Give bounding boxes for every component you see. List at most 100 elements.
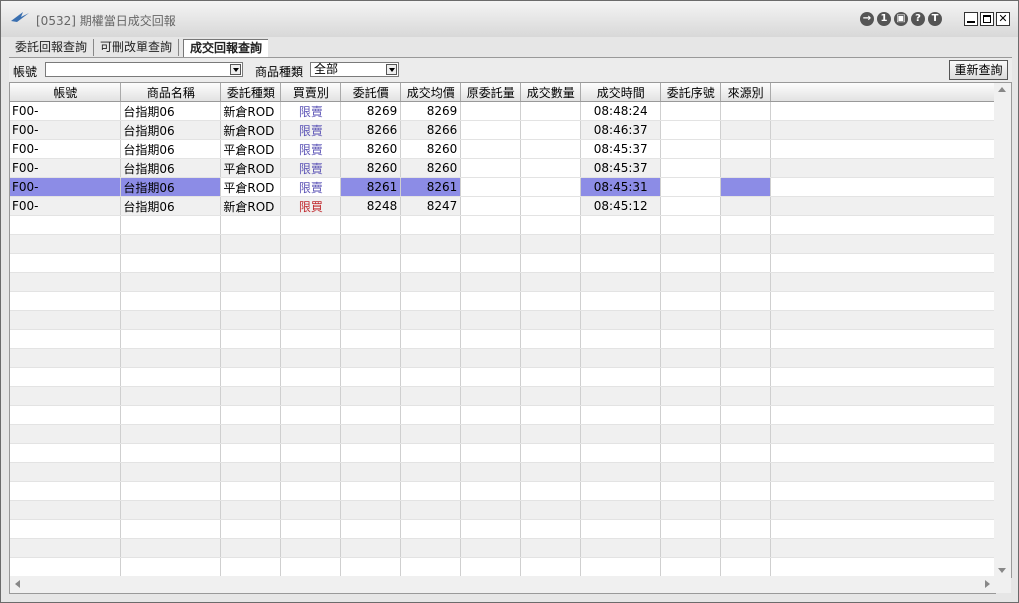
empty-table-row xyxy=(10,481,995,501)
empty-cell xyxy=(660,234,722,254)
app-logo-icon xyxy=(11,12,29,22)
cell-product: 台指期06 xyxy=(120,196,222,216)
table-row[interactable]: F00- 台指期06 新倉ROD 限賣 8269 8269 08:48:24 xyxy=(10,101,995,121)
cell-source xyxy=(720,139,772,159)
fill-report-grid[interactable]: 帳號 商品名稱 委託種類 買賣別 委託價 成交均價 原委託量 成交數量 成交時間… xyxy=(9,82,996,578)
col-header-filled-qty[interactable]: 成交數量 xyxy=(520,83,582,102)
refresh-query-button[interactable]: 重新查詢 xyxy=(949,60,1008,80)
header-row: 帳號 商品名稱 委託種類 買賣別 委託價 成交均價 原委託量 成交數量 成交時間… xyxy=(10,83,995,102)
empty-cell xyxy=(10,215,122,235)
empty-cell xyxy=(720,215,772,235)
close-button[interactable]: ✕ xyxy=(996,12,1010,26)
empty-cell xyxy=(460,310,522,330)
col-header-account[interactable]: 帳號 xyxy=(10,83,122,102)
empty-cell xyxy=(580,462,662,482)
empty-cell xyxy=(520,291,582,311)
account-select[interactable] xyxy=(45,62,243,77)
col-header-side[interactable]: 買賣別 xyxy=(280,83,342,102)
horizontal-scrollbar[interactable] xyxy=(9,576,996,594)
empty-cell xyxy=(720,538,772,558)
tab-fill-report[interactable]: 成交回報查詢 xyxy=(183,39,269,57)
empty-cell xyxy=(10,329,122,349)
tab-modifiable-orders[interactable]: 可刪改單查詢 xyxy=(94,39,180,56)
empty-cell xyxy=(400,519,462,539)
resize-grip[interactable] xyxy=(994,576,1011,593)
print-icon[interactable]: ▣ xyxy=(894,12,908,26)
col-header-product[interactable]: 商品名稱 xyxy=(120,83,222,102)
cell-side: 限賣 xyxy=(280,158,342,178)
cell-fill-time: 08:45:37 xyxy=(580,139,662,159)
empty-cell xyxy=(120,291,222,311)
topmost-icon[interactable]: T xyxy=(928,12,942,26)
cell-account: F00- xyxy=(10,139,122,159)
empty-cell xyxy=(720,329,772,349)
product-type-select[interactable]: 全部 xyxy=(310,62,399,77)
empty-cell xyxy=(120,272,222,292)
col-header-orig-qty[interactable]: 原委託量 xyxy=(460,83,522,102)
scroll-right-icon[interactable] xyxy=(985,580,990,588)
empty-cell xyxy=(520,443,582,463)
cell-fill-time: 08:45:37 xyxy=(580,158,662,178)
table-row[interactable]: F00- 台指期06 新倉ROD 限賣 8266 8266 08:46:37 xyxy=(10,120,995,140)
empty-cell xyxy=(120,557,222,577)
empty-cell xyxy=(400,500,462,520)
empty-cell xyxy=(580,272,662,292)
table-row[interactable]: F00- 台指期06 新倉ROD 限買 8248 8247 08:45:12 xyxy=(10,196,995,216)
minimize-button[interactable] xyxy=(964,12,978,26)
cell-account: F00- xyxy=(10,101,122,121)
cell-filled-qty xyxy=(520,196,582,216)
cell-account: F00- xyxy=(10,158,122,178)
empty-cell xyxy=(10,367,122,387)
empty-cell xyxy=(400,272,462,292)
tab-order-report[interactable]: 委託回報查詢 xyxy=(9,39,95,56)
col-header-order-seq[interactable]: 委託序號 xyxy=(660,83,722,102)
scroll-up-icon[interactable] xyxy=(998,87,1006,92)
cell-filler xyxy=(770,196,995,216)
empty-cell xyxy=(10,310,122,330)
table-row[interactable]: F00- 台指期06 平倉ROD 限賣 8261 8261 08:45:31 xyxy=(10,177,995,197)
empty-cell xyxy=(340,367,402,387)
number-one-icon[interactable]: 1 xyxy=(877,12,891,26)
empty-cell xyxy=(120,386,222,406)
empty-table-row xyxy=(10,234,995,254)
table-row[interactable]: F00- 台指期06 平倉ROD 限賣 8260 8260 08:45:37 xyxy=(10,158,995,178)
empty-cell xyxy=(720,557,772,577)
col-header-order-price[interactable]: 委託價 xyxy=(340,83,402,102)
empty-cell xyxy=(770,329,995,349)
empty-cell xyxy=(10,538,122,558)
empty-cell xyxy=(520,253,582,273)
maximize-button[interactable] xyxy=(980,12,994,26)
empty-cell xyxy=(220,234,282,254)
cell-avg-price: 8261 xyxy=(400,177,462,197)
cell-side: 限買 xyxy=(280,196,342,216)
scroll-left-icon[interactable] xyxy=(15,580,20,588)
empty-cell xyxy=(120,234,222,254)
table-row[interactable]: F00- 台指期06 平倉ROD 限賣 8260 8260 08:45:37 xyxy=(10,139,995,159)
empty-cell xyxy=(720,272,772,292)
title-bar[interactable]: [0532] 期權當日成交回報 → 1 ▣ ? T ✕ xyxy=(1,1,1018,37)
empty-cell xyxy=(720,443,772,463)
cell-avg-price: 8266 xyxy=(400,120,462,140)
empty-cell xyxy=(660,291,722,311)
chevron-down-icon[interactable] xyxy=(386,64,397,75)
cell-filled-qty xyxy=(520,101,582,121)
empty-cell xyxy=(280,424,342,444)
col-header-order-type[interactable]: 委託種類 xyxy=(220,83,282,102)
empty-cell xyxy=(10,557,122,577)
help-icon[interactable]: ? xyxy=(911,12,925,26)
export-icon[interactable]: → xyxy=(860,12,874,26)
col-header-avg-price[interactable]: 成交均價 xyxy=(400,83,462,102)
empty-cell xyxy=(460,386,522,406)
empty-cell xyxy=(660,253,722,273)
empty-cell xyxy=(460,500,522,520)
table-body: F00- 台指期06 新倉ROD 限賣 8269 8269 08:48:24 F00- 台指期0… xyxy=(10,101,995,577)
col-header-source[interactable]: 來源別 xyxy=(720,83,772,102)
empty-cell xyxy=(770,557,995,577)
empty-cell xyxy=(120,538,222,558)
scroll-down-icon[interactable] xyxy=(998,568,1006,573)
empty-cell xyxy=(720,386,772,406)
vertical-scrollbar[interactable] xyxy=(994,82,1012,578)
chevron-down-icon[interactable] xyxy=(230,64,241,75)
col-header-fill-time[interactable]: 成交時間 xyxy=(580,83,662,102)
empty-table-row xyxy=(10,538,995,558)
